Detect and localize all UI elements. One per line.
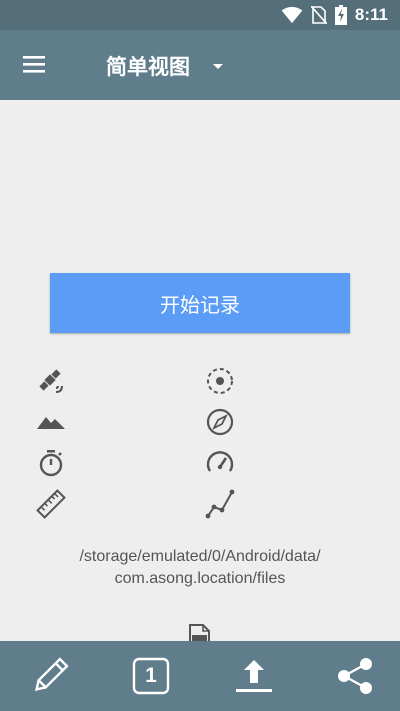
status-icons: 8:11 xyxy=(281,4,388,26)
wifi-icon xyxy=(281,6,303,24)
track-path-icon xyxy=(205,489,235,519)
edit-button[interactable] xyxy=(30,657,70,695)
speedometer-icon xyxy=(206,451,234,472)
storage-path: /storage/emulated/0/Android/data/ com.as… xyxy=(20,546,380,590)
upload-icon xyxy=(236,660,272,692)
gps-accuracy-icon xyxy=(207,368,233,394)
status-time: 8:11 xyxy=(354,5,388,24)
battery-charging-icon xyxy=(334,5,347,25)
storage-path-line1: /storage/emulated/0/Android/data/ xyxy=(79,548,321,565)
ruler-icon xyxy=(36,489,66,519)
mountain-icon xyxy=(37,417,65,429)
menu-button[interactable] xyxy=(20,52,50,78)
counter-button[interactable]: 1 xyxy=(131,657,171,695)
share-button[interactable] xyxy=(336,657,376,695)
app-bar: 简单视图 xyxy=(0,30,400,100)
upload-button[interactable] xyxy=(234,657,274,695)
share-icon xyxy=(338,658,372,694)
dropdown-arrow-icon xyxy=(213,64,223,69)
menu-icon xyxy=(23,56,45,73)
edit-icon xyxy=(34,657,69,692)
view-dropdown-button[interactable] xyxy=(206,54,230,78)
compass-icon xyxy=(206,408,234,436)
stopwatch-icon xyxy=(39,450,63,477)
start-recording-button[interactable]: 开始记录 xyxy=(50,273,350,333)
counter-value: 1 xyxy=(145,664,157,687)
storage-path-line2: com.asong.location/files xyxy=(114,570,286,587)
bottom-toolbar: 1 xyxy=(0,641,400,711)
status-bar: 8:11 xyxy=(0,0,400,30)
app-title: 简单视图 xyxy=(106,55,190,79)
main-content: 开始记录 /storage/emulated/0/Android/data/ c… xyxy=(0,100,400,641)
no-sim-icon xyxy=(310,6,327,24)
satellite-icon xyxy=(39,369,63,393)
gpx-file-icon[interactable] xyxy=(186,623,212,641)
